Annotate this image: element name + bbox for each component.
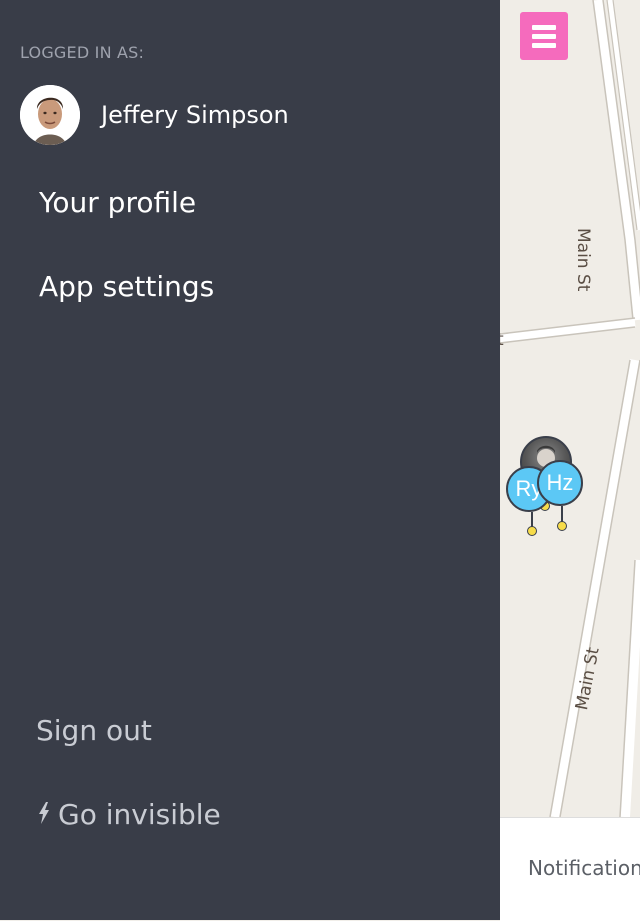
sign-out-button[interactable]: Sign out bbox=[36, 714, 152, 747]
avatar bbox=[20, 85, 80, 145]
street-label: Main St bbox=[573, 228, 593, 292]
user-avatar-icon bbox=[20, 85, 80, 145]
map-roads bbox=[500, 0, 640, 817]
menu-bar bbox=[532, 42, 556, 48]
go-invisible-button[interactable]: Go invisible bbox=[36, 798, 221, 831]
menu-bar bbox=[532, 33, 556, 39]
logged-in-label: LOGGED IN AS: bbox=[20, 43, 145, 62]
bottom-bar: Notification bbox=[500, 817, 640, 921]
current-user[interactable]: Jeffery Simpson bbox=[20, 84, 289, 146]
hamburger-menu-icon[interactable] bbox=[520, 12, 568, 60]
map-view[interactable]: Main St Main St t Ry Hz bbox=[500, 0, 640, 817]
marker-dot bbox=[557, 521, 567, 531]
notifications-tab[interactable]: Notification bbox=[528, 856, 640, 880]
lightning-bolt-icon bbox=[38, 798, 50, 831]
street-label: t bbox=[500, 330, 504, 350]
sign-out-label: Sign out bbox=[36, 714, 152, 747]
user-name: Jeffery Simpson bbox=[101, 101, 289, 129]
menu-bar bbox=[532, 24, 556, 30]
menu-item-profile[interactable]: Your profile bbox=[39, 186, 196, 219]
marker-initials: Hz bbox=[546, 470, 574, 495]
go-invisible-label: Go invisible bbox=[58, 798, 221, 831]
menu-item-settings[interactable]: App settings bbox=[39, 270, 214, 303]
marker-dot bbox=[527, 526, 537, 536]
side-drawer: LOGGED IN AS: Jeffery Simpson Your profi… bbox=[0, 0, 500, 920]
user-marker-hz[interactable]: Hz bbox=[537, 460, 583, 506]
